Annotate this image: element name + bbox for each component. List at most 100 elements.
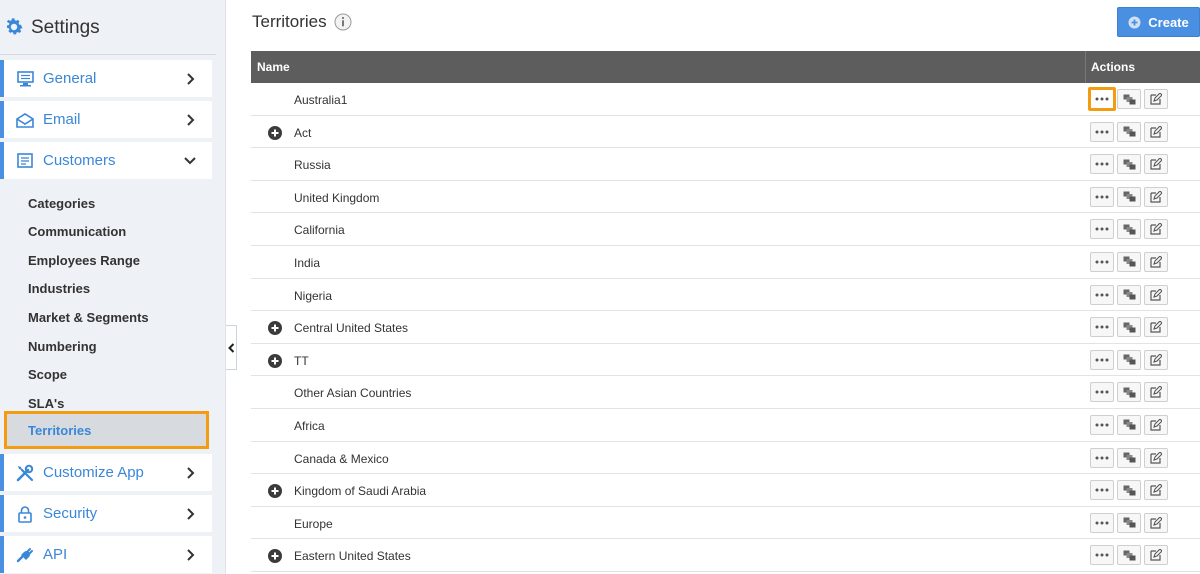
row-actions: [1090, 121, 1168, 142]
more-options-button[interactable]: [1090, 349, 1114, 370]
copy-button[interactable]: [1117, 545, 1141, 566]
more-options-button[interactable]: [1090, 447, 1114, 468]
more-options-button[interactable]: [1090, 154, 1114, 175]
table-row[interactable]: Europe: [251, 507, 1200, 540]
table-row[interactable]: Africa: [251, 409, 1200, 442]
more-options-button[interactable]: [1090, 480, 1114, 501]
more-options-button[interactable]: [1090, 317, 1114, 338]
table-row[interactable]: United Kingdom: [251, 181, 1200, 214]
sidebar-item-security[interactable]: Security: [0, 495, 212, 532]
info-icon[interactable]: [334, 13, 352, 31]
edit-button[interactable]: [1144, 251, 1168, 272]
copy-button[interactable]: [1117, 251, 1141, 272]
row-actions: [1088, 87, 1168, 111]
sidebar-item-api[interactable]: API: [0, 536, 212, 573]
edit-button[interactable]: [1144, 545, 1168, 566]
expand-plus-icon[interactable]: [268, 321, 282, 336]
copy-button[interactable]: [1117, 447, 1141, 468]
table-body: Australia1 Act Russia United Kingdom Califor…: [251, 83, 1200, 572]
expand-plus-icon[interactable]: [268, 549, 282, 564]
territory-name: Africa: [294, 418, 325, 433]
row-actions: [1090, 512, 1168, 533]
table-row[interactable]: Australia1: [251, 83, 1200, 116]
table-row[interactable]: TT: [251, 344, 1200, 377]
table-row[interactable]: Other Asian Countries: [251, 376, 1200, 409]
table-row[interactable]: Nigeria: [251, 279, 1200, 312]
table-row[interactable]: Russia: [251, 148, 1200, 181]
table-row[interactable]: California: [251, 213, 1200, 246]
edit-button[interactable]: [1144, 480, 1168, 501]
sidebar-subitem-industries[interactable]: Industries: [28, 281, 90, 296]
sidebar-item-email[interactable]: Email: [0, 101, 212, 138]
more-options-button[interactable]: [1090, 251, 1114, 272]
expand-plus-icon[interactable]: [268, 484, 282, 499]
sidebar-subitem-categories[interactable]: Categories: [28, 196, 95, 211]
more-options-button[interactable]: [1090, 219, 1114, 240]
expand-plus-icon[interactable]: [268, 125, 282, 140]
territory-name: Eastern United States: [294, 549, 411, 564]
more-options-button[interactable]: [1090, 512, 1114, 533]
chevron-right-icon: [182, 72, 198, 85]
more-options-button[interactable]: [1090, 382, 1114, 403]
table-row[interactable]: India: [251, 246, 1200, 279]
table-row[interactable]: Kingdom of Saudi Arabia: [251, 474, 1200, 507]
copy-button[interactable]: [1117, 154, 1141, 175]
more-options-button[interactable]: [1090, 284, 1114, 305]
edit-button[interactable]: [1144, 414, 1168, 435]
sidebar-subitem-numbering[interactable]: Numbering: [28, 339, 97, 354]
edit-button[interactable]: [1144, 186, 1168, 207]
edit-button[interactable]: [1144, 349, 1168, 370]
row-actions: [1090, 284, 1168, 305]
more-options-button[interactable]: [1090, 414, 1114, 435]
edit-button[interactable]: [1144, 219, 1168, 240]
edit-button[interactable]: [1144, 89, 1168, 109]
more-options-button[interactable]: [1088, 87, 1116, 111]
copy-button[interactable]: [1117, 186, 1141, 207]
copy-button[interactable]: [1117, 512, 1141, 533]
sidebar-item-customize-app[interactable]: Customize App: [0, 454, 212, 491]
edit-button[interactable]: [1144, 154, 1168, 175]
edit-icon: [1150, 549, 1162, 561]
copy-icon: [1123, 289, 1136, 300]
table-row[interactable]: Act: [251, 116, 1200, 149]
sidebar-subitem-scope[interactable]: Scope: [28, 367, 67, 382]
copy-button[interactable]: [1117, 414, 1141, 435]
sidebar-collapse-handle[interactable]: [226, 325, 237, 370]
copy-button[interactable]: [1117, 382, 1141, 403]
expand-plus-icon[interactable]: [268, 353, 282, 368]
sidebar-subitem-territories[interactable]: Territories: [4, 411, 209, 449]
sidebar-subitem-communication[interactable]: Communication: [28, 224, 126, 239]
create-button[interactable]: Create: [1117, 7, 1200, 37]
edit-icon: [1150, 190, 1162, 203]
copy-button[interactable]: [1117, 89, 1141, 109]
edit-button[interactable]: [1144, 317, 1168, 338]
table-row[interactable]: Central United States: [251, 311, 1200, 344]
table-header: Name Actions: [251, 51, 1200, 83]
sidebar-subitem-slas[interactable]: SLA's: [28, 396, 64, 411]
copy-button[interactable]: [1117, 349, 1141, 370]
table-row[interactable]: Canada & Mexico: [251, 442, 1200, 475]
edit-button[interactable]: [1144, 382, 1168, 403]
copy-button[interactable]: [1117, 317, 1141, 338]
sidebar-subitem-market-segments[interactable]: Market & Segments: [28, 310, 149, 325]
list-icon: [15, 151, 35, 171]
more-options-button[interactable]: [1090, 121, 1114, 142]
copy-button[interactable]: [1117, 480, 1141, 501]
copy-button[interactable]: [1117, 284, 1141, 305]
edit-button[interactable]: [1144, 284, 1168, 305]
edit-icon: [1150, 125, 1162, 138]
sidebar-item-general[interactable]: General: [0, 60, 212, 97]
more-dots-icon: [1095, 227, 1109, 231]
edit-button[interactable]: [1144, 512, 1168, 533]
sidebar-item-customers[interactable]: Customers: [0, 142, 212, 179]
edit-button[interactable]: [1144, 121, 1168, 142]
territory-name: Nigeria: [294, 288, 333, 303]
table-row[interactable]: Eastern United States: [251, 539, 1200, 572]
edit-button[interactable]: [1144, 447, 1168, 468]
copy-icon: [1123, 224, 1136, 235]
more-options-button[interactable]: [1090, 186, 1114, 207]
copy-button[interactable]: [1117, 219, 1141, 240]
more-options-button[interactable]: [1090, 545, 1114, 566]
copy-button[interactable]: [1117, 121, 1141, 142]
sidebar-subitem-employees-range[interactable]: Employees Range: [28, 253, 140, 268]
